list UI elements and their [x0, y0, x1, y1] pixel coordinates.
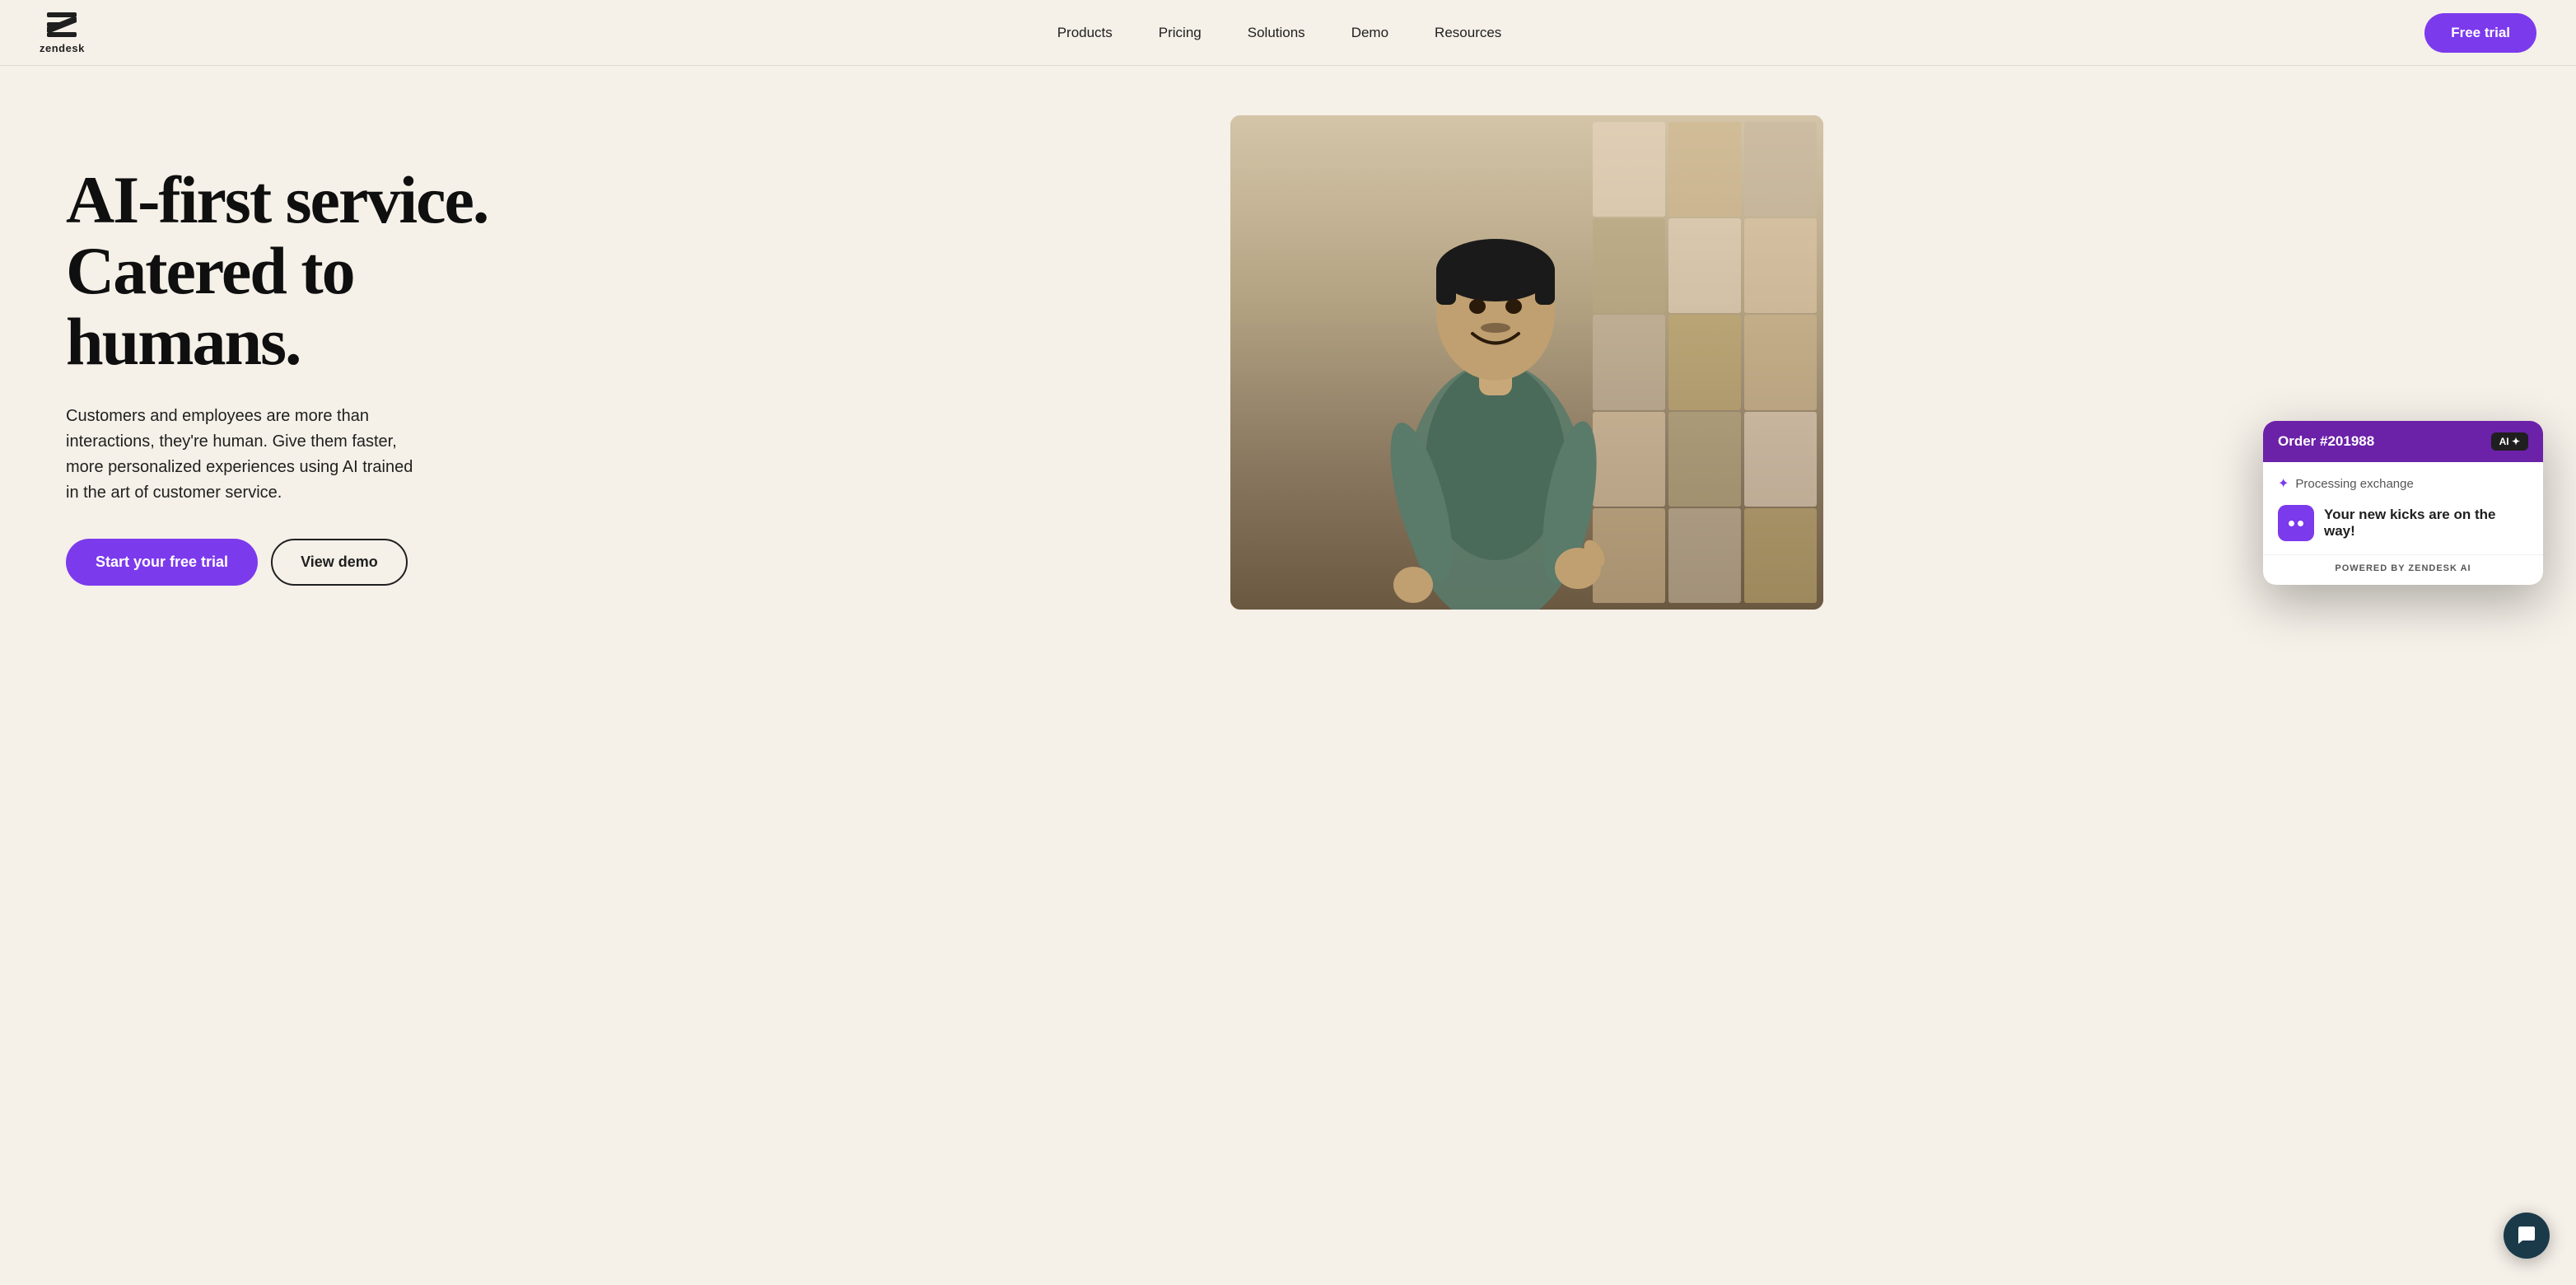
hero-headline-line1: AI-first service. [66, 162, 488, 237]
nav-links-container: Products Pricing Solutions Demo Resource… [134, 18, 2424, 48]
chat-order-number: Order #201988 [2278, 433, 2374, 450]
nav-link-solutions[interactable]: Solutions [1225, 18, 1328, 48]
chat-fab-button[interactable] [2504, 1213, 2550, 1259]
processing-text: Processing exchange [2295, 477, 2413, 491]
hero-headline-line3: humans. [66, 304, 301, 379]
logo-wordmark: zendesk [40, 42, 85, 54]
hero-section: AI-first service. Catered to humans. Cus… [0, 66, 2576, 1285]
logo-link[interactable]: zendesk [40, 11, 85, 54]
navbar: zendesk Products Pricing Solutions Demo … [0, 0, 2576, 66]
hero-image [1230, 115, 1823, 610]
zendesk-logo-icon [44, 11, 80, 40]
hero-headline-line2: Catered to [66, 233, 354, 308]
chat-message: Your new kicks are on the way! [2324, 507, 2528, 540]
ai-badge: AI ✦ [2491, 432, 2528, 451]
ai-chat-widget: Order #201988 AI ✦ ✦ Processing exchange… [2263, 421, 2543, 585]
avatar-dot-2 [2298, 521, 2303, 526]
start-free-trial-button[interactable]: Start your free trial [66, 539, 258, 586]
hero-right-column: Order #201988 AI ✦ ✦ Processing exchange… [527, 115, 2527, 610]
nav-link-pricing[interactable]: Pricing [1136, 18, 1225, 48]
sparkle-icon: ✦ [2278, 475, 2289, 492]
avatar-dot-1 [2289, 521, 2294, 526]
chat-footer: POWERED BY ZENDESK AI [2263, 554, 2543, 585]
chat-header: Order #201988 AI ✦ [2263, 421, 2543, 462]
chat-bubble-icon [2516, 1225, 2537, 1246]
chat-message-row: Your new kicks are on the way! [2278, 505, 2528, 541]
hero-subtext: Customers and employees are more than in… [66, 404, 428, 506]
chat-processing-row: ✦ Processing exchange [2278, 475, 2528, 492]
chat-avatar [2278, 505, 2314, 541]
nav-link-products[interactable]: Products [1034, 18, 1136, 48]
nav-link-demo[interactable]: Demo [1328, 18, 1412, 48]
hero-headline: AI-first service. Catered to humans. [66, 165, 494, 377]
avatar-dots [2289, 521, 2303, 526]
chat-body: ✦ Processing exchange Your new kicks are… [2263, 462, 2543, 554]
person-illustration [1339, 148, 1652, 610]
nav-link-resources[interactable]: Resources [1412, 18, 1524, 48]
free-trial-button[interactable]: Free trial [2424, 13, 2536, 53]
hero-buttons: Start your free trial View demo [66, 539, 494, 586]
hero-left-column: AI-first service. Catered to humans. Cus… [66, 115, 494, 586]
view-demo-button[interactable]: View demo [271, 539, 408, 586]
